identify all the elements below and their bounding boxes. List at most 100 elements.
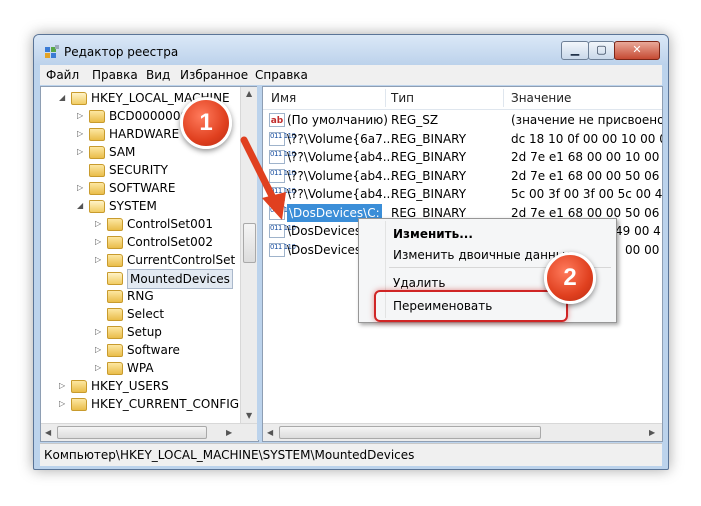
tree-expander-icon[interactable]: ▷ [59, 382, 67, 390]
value-name[interactable]: \??\Volume{6a7... [287, 130, 394, 148]
column-header-type[interactable]: Тип [391, 91, 414, 105]
value-name[interactable]: (По умолчанию) [287, 111, 388, 129]
scroll-right-arrow-icon[interactable]: ▶ [649, 428, 655, 437]
minimize-button[interactable]: ▁ [561, 41, 589, 60]
string-value-icon: ab [269, 113, 285, 127]
column-header-value[interactable]: Значение [511, 91, 571, 105]
folder-icon [107, 308, 123, 321]
value-data: 2d 7e e1 68 00 00 10 00 00 00 [511, 150, 662, 164]
tree-expander-icon[interactable]: ▷ [59, 400, 67, 408]
column-divider[interactable] [503, 89, 504, 107]
tree-expander-icon[interactable]: ▷ [77, 184, 85, 192]
tree-item-label[interactable]: MountedDevices [127, 269, 233, 289]
scroll-down-arrow-icon[interactable]: ▼ [246, 411, 252, 420]
tree-item-label[interactable]: WPA [127, 359, 154, 377]
step-1-badge: 1 [180, 97, 232, 149]
folder-icon [107, 344, 123, 357]
folder-icon [89, 110, 105, 123]
value-row[interactable]: 011 110 \??\Volume{ab4... REG_BINARY 2d 7e … [263, 167, 662, 185]
maximize-button[interactable]: ▢ [588, 41, 615, 60]
title-bar[interactable]: Редактор реестра ▁ ▢ ✕ [34, 35, 668, 65]
tree-item[interactable]: RNG [41, 287, 240, 305]
tree-item[interactable]: ▷ CurrentControlSet [41, 251, 240, 269]
tree-item[interactable]: SECURITY [41, 161, 240, 179]
scroll-left-arrow-icon[interactable]: ◀ [267, 428, 273, 437]
value-name[interactable]: \??\Volume{ab4... [287, 167, 394, 185]
menu-favorites[interactable]: Избранное [180, 68, 248, 82]
tree-item-label[interactable]: HKEY_CURRENT_CONFIG [91, 395, 239, 413]
scroll-up-arrow-icon[interactable]: ▲ [246, 89, 252, 98]
folder-icon [107, 236, 123, 249]
status-bar: Компьютер\HKEY_LOCAL_MACHINE\SYSTEM\Moun… [40, 443, 662, 466]
value-row[interactable]: 011 110 \??\Volume{ab4... REG_BINARY 5c 00 … [263, 185, 662, 203]
tree-item-label[interactable]: ControlSet002 [127, 233, 213, 251]
tree-expander-icon[interactable]: ▷ [95, 238, 103, 246]
tree-item[interactable]: MountedDevices [41, 269, 240, 289]
tree-item-label[interactable]: RNG [127, 287, 154, 305]
tree-item[interactable]: ▷ ControlSet002 [41, 233, 240, 251]
tree-item-label[interactable]: ControlSet001 [127, 215, 213, 233]
value-type: REG_BINARY [391, 150, 467, 164]
close-button[interactable]: ✕ [614, 41, 660, 60]
tree-item-label[interactable]: Software [127, 341, 180, 359]
scroll-right-arrow-icon[interactable]: ▶ [226, 428, 232, 437]
tree-item-label[interactable]: SOFTWARE [109, 179, 175, 197]
tree-item[interactable]: ▷ HKEY_USERS [41, 377, 240, 395]
registry-editor-app-icon [44, 44, 60, 60]
value-row[interactable]: 011 110 \??\Volume{ab4... REG_BINARY 2d 7e … [263, 148, 662, 166]
tree-item-label[interactable]: SECURITY [109, 161, 168, 179]
tree-expander-icon[interactable]: ▷ [95, 346, 103, 354]
folder-icon [107, 362, 123, 375]
window-title: Редактор реестра [64, 45, 179, 59]
tree-item[interactable]: ▷ Setup [41, 323, 240, 341]
tree-item-label[interactable]: Setup [127, 323, 162, 341]
menu-view[interactable]: Вид [146, 68, 170, 82]
context-modify[interactable]: Изменить... [393, 227, 473, 241]
column-divider[interactable] [385, 89, 386, 107]
menu-edit[interactable]: Правка [92, 68, 138, 82]
tree-item[interactable]: ▷ ControlSet001 [41, 215, 240, 233]
tree-expander-icon[interactable]: ▷ [95, 220, 103, 228]
tree-item-label[interactable]: Select [127, 305, 164, 323]
tree-expander-icon[interactable] [77, 166, 85, 174]
tree-item-label[interactable]: SAM [109, 143, 135, 161]
tree-expander-icon[interactable]: ▷ [95, 364, 103, 372]
rename-highlight-box [374, 290, 568, 322]
tree-hscroll-thumb[interactable] [57, 426, 207, 439]
value-type: REG_BINARY [391, 168, 467, 183]
tree-horizontal-scrollbar[interactable]: ◀ ▶ [41, 423, 258, 441]
value-row[interactable]: 011 110 \??\Volume{6a7... REG_BINARY dc 18 … [263, 130, 662, 148]
tree-expander-icon[interactable]: ▷ [77, 148, 85, 156]
menu-file[interactable]: Файл [46, 68, 79, 82]
tree-expander-icon[interactable] [95, 274, 103, 282]
tree-expander-icon[interactable] [95, 292, 103, 300]
tree-expander-icon[interactable]: ▷ [77, 112, 85, 120]
tree-item-label[interactable]: SYSTEM [109, 197, 157, 215]
list-hscroll-thumb[interactable] [279, 426, 541, 439]
tree-item[interactable]: ▷ SOFTWARE [41, 179, 240, 197]
tree-expander-icon[interactable]: ◢ [77, 202, 85, 210]
value-name[interactable]: \??\Volume{ab4... [287, 185, 394, 203]
scroll-left-arrow-icon[interactable]: ◀ [45, 428, 51, 437]
value-row[interactable]: ab (По умолчанию) REG_SZ (значение не присв… [263, 111, 662, 129]
tree-item-label[interactable]: HARDWARE [109, 125, 179, 143]
value-name[interactable]: \??\Volume{ab4... [287, 148, 394, 166]
menu-bar: Файл Правка Вид Избранное Справка [40, 65, 662, 85]
tree-expander-icon[interactable]: ▷ [95, 328, 103, 336]
tree-expander-icon[interactable]: ▷ [77, 130, 85, 138]
folder-icon [107, 272, 123, 285]
column-header-name[interactable]: Имя [271, 91, 296, 105]
tree-item[interactable]: ◢ SYSTEM [41, 197, 240, 215]
tree-expander-icon[interactable]: ◢ [59, 94, 67, 102]
tree-item[interactable]: ▷ WPA [41, 359, 240, 377]
tree-item-label[interactable]: HKEY_USERS [91, 377, 169, 395]
list-horizontal-scrollbar[interactable]: ◀ ▶ [263, 423, 662, 441]
tree-expander-icon[interactable] [95, 310, 103, 318]
tree-item[interactable]: ▷ HKEY_CURRENT_CONFIG [41, 395, 240, 413]
tree-item[interactable]: Select [41, 305, 240, 323]
context-delete[interactable]: Удалить [393, 276, 446, 290]
tree-item-label[interactable]: CurrentControlSet [127, 251, 235, 269]
tree-expander-icon[interactable]: ▷ [95, 256, 103, 264]
tree-item[interactable]: ▷ Software [41, 341, 240, 359]
menu-help[interactable]: Справка [255, 68, 308, 82]
